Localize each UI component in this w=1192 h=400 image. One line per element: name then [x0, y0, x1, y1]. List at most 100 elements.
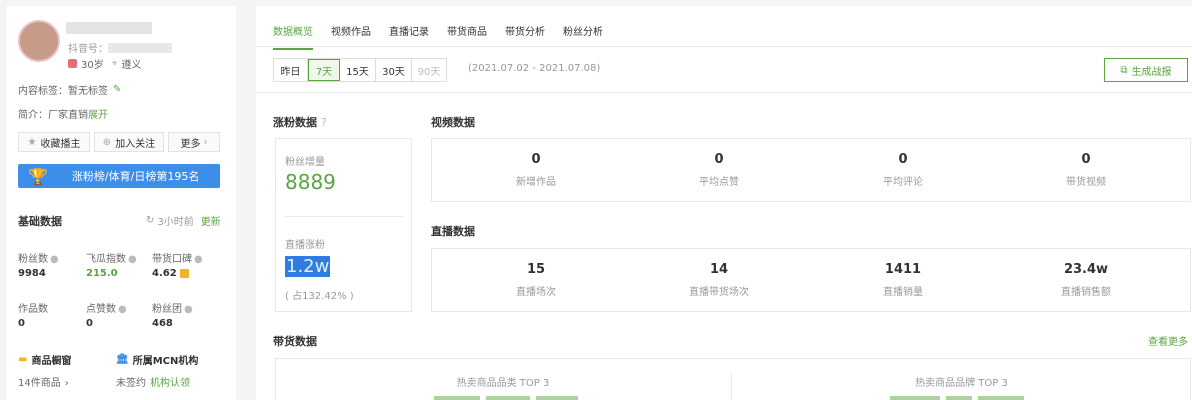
- age-text: 30岁: [81, 60, 104, 71]
- generate-report-button[interactable]: ⧉ 生成战报: [1104, 58, 1188, 82]
- question-icon[interactable]: ?: [321, 116, 327, 129]
- metric-label-text: 作品数: [18, 304, 48, 315]
- goods-count-link[interactable]: 14件商品 ›: [18, 374, 69, 389]
- brand-tag: [890, 396, 940, 400]
- live-metric: 15 直播场次: [431, 262, 641, 298]
- more-label: 更多: [180, 138, 201, 150]
- fans-growth-label: 粉丝增量: [285, 157, 325, 168]
- metric-label-text: 粉丝数: [18, 254, 48, 265]
- info-icon[interactable]: ●: [194, 254, 203, 265]
- metric-label-likes: 点赞数 ●: [86, 300, 127, 315]
- refresh-icon: ↻: [146, 215, 155, 226]
- rank-banner[interactable]: 🏆 涨粉榜/体育/日榜第195名: [18, 164, 220, 188]
- info-icon[interactable]: ●: [118, 304, 127, 315]
- brand-tag: [946, 396, 972, 400]
- avatar[interactable]: [18, 20, 60, 62]
- info-icon[interactable]: ●: [184, 304, 193, 315]
- live-metric-label: 直播场次: [516, 287, 556, 298]
- follow-label: 加入关注: [115, 138, 156, 150]
- metric-label-text: 带货口碑: [152, 254, 192, 265]
- metric-label-text: 点赞数: [86, 304, 116, 315]
- douyin-id-value: [108, 42, 172, 53]
- goods-window: ▬ 商品橱窗: [18, 352, 71, 367]
- range-90days[interactable]: 90天: [412, 59, 446, 81]
- metric-value-likes: 0: [86, 318, 93, 329]
- date-range: (2021.07.02 - 2021.07.08): [468, 63, 601, 74]
- trophy-icon: 🏆: [28, 166, 48, 186]
- intro: 简介：厂家直销展开: [18, 106, 108, 121]
- star-icon: ★: [27, 136, 37, 148]
- info-icon[interactable]: ●: [50, 254, 59, 265]
- live-metric-value: 14: [709, 262, 729, 277]
- mcn-claim-link[interactable]: 机构认领: [150, 378, 190, 389]
- video-metric-value: 0: [714, 152, 724, 167]
- live-fans-value: 1.2w: [285, 256, 331, 277]
- favorite-label: 收藏播主: [40, 138, 81, 150]
- fans-card-divider: [285, 216, 403, 217]
- expand-link[interactable]: 展开: [88, 110, 108, 121]
- gender-icon: [68, 59, 77, 68]
- video-metric: 0 带货视频: [981, 152, 1191, 188]
- content-tag-label: 内容标签：: [18, 86, 68, 97]
- follow-button[interactable]: ⊕ 加入关注: [94, 132, 164, 152]
- metric-label-text: 飞瓜指数: [86, 254, 126, 265]
- favorite-button[interactable]: ★ 收藏播主: [18, 132, 90, 152]
- edit-icon[interactable]: ✎: [113, 84, 121, 95]
- live-metric: 14 直播带货场次: [614, 262, 824, 298]
- video-metric-label: 平均点赞: [699, 177, 739, 188]
- shop-icon: ▬: [18, 354, 28, 365]
- live-metric-label: 直播带货场次: [689, 287, 749, 298]
- video-metric-value: 0: [531, 152, 541, 167]
- location-icon: ⌖: [111, 58, 118, 69]
- category-tag: [536, 396, 578, 400]
- more-button[interactable]: 更多 ›: [168, 132, 220, 152]
- live-fans-ratio: ( 占132.42% ): [285, 291, 354, 302]
- metric-label-index: 飞瓜指数 ●: [86, 250, 137, 265]
- metric-label-text: 粉丝团: [152, 304, 182, 315]
- range-30days[interactable]: 30天: [376, 59, 412, 81]
- plus-circle-icon: ⊕: [102, 136, 112, 148]
- douyin-id: 抖音号：: [68, 40, 172, 55]
- video-metric: 0 新增作品: [431, 152, 641, 188]
- video-metric-value: 0: [1081, 152, 1091, 167]
- video-metric: 0 平均点赞: [614, 152, 824, 188]
- live-metric-value: 15: [526, 262, 546, 277]
- view-more-link[interactable]: 查看更多: [1148, 333, 1188, 348]
- update-time: 3小时前: [157, 217, 194, 228]
- update-info: ↻ 3小时前 更新: [146, 213, 221, 228]
- range-15days[interactable]: 15天: [340, 59, 376, 81]
- video-data-title: 视频数据: [431, 116, 475, 129]
- live-data-title: 直播数据: [431, 225, 475, 238]
- douyin-id-label: 抖音号：: [68, 44, 108, 55]
- location-text: 遵义: [121, 60, 142, 71]
- video-metric-label: 带货视频: [1066, 177, 1106, 188]
- fans-growth-value: 8889: [285, 170, 336, 194]
- live-metric-label: 直播销量: [883, 287, 923, 298]
- chevron-right-icon: ›: [203, 136, 208, 148]
- live-metric: 23.4w 直播销售额: [981, 262, 1191, 298]
- info-icon[interactable]: ●: [128, 254, 137, 265]
- category-top-title: 热卖商品品类 TOP 3: [456, 378, 550, 389]
- refresh-link[interactable]: 更新: [201, 213, 221, 228]
- metric-label-reputation: 带货口碑 ●: [152, 250, 203, 265]
- range-yesterday[interactable]: 昨日: [274, 59, 308, 81]
- chevron-right-icon: ›: [64, 378, 69, 389]
- basic-data-title: 基础数据: [18, 215, 62, 228]
- range-7days[interactable]: 7天: [308, 59, 340, 81]
- live-metric: 1411 直播销量: [798, 262, 1008, 298]
- goods-count: 14件商品: [18, 378, 61, 389]
- metric-value-works: 0: [18, 318, 25, 329]
- badge-icon: [179, 269, 189, 278]
- live-metric-label: 直播销售额: [1061, 287, 1111, 298]
- category-tag: [486, 396, 530, 400]
- intro-label: 简介：: [18, 110, 48, 121]
- brand-tag: [978, 396, 1024, 400]
- fans-title-text: 涨粉数据: [273, 116, 317, 129]
- profile-meta: 30岁 ⌖ 遵义: [68, 56, 141, 71]
- video-metric: 0 平均评论: [798, 152, 1008, 188]
- mcn-status: 未签约 机构认领: [116, 374, 190, 389]
- live-metric-value: 1411: [884, 262, 922, 277]
- content-tag: 内容标签： 暂无标签 ✎: [18, 82, 121, 97]
- profile-name: [66, 22, 152, 34]
- metric-value-fangroup: 468: [152, 318, 173, 329]
